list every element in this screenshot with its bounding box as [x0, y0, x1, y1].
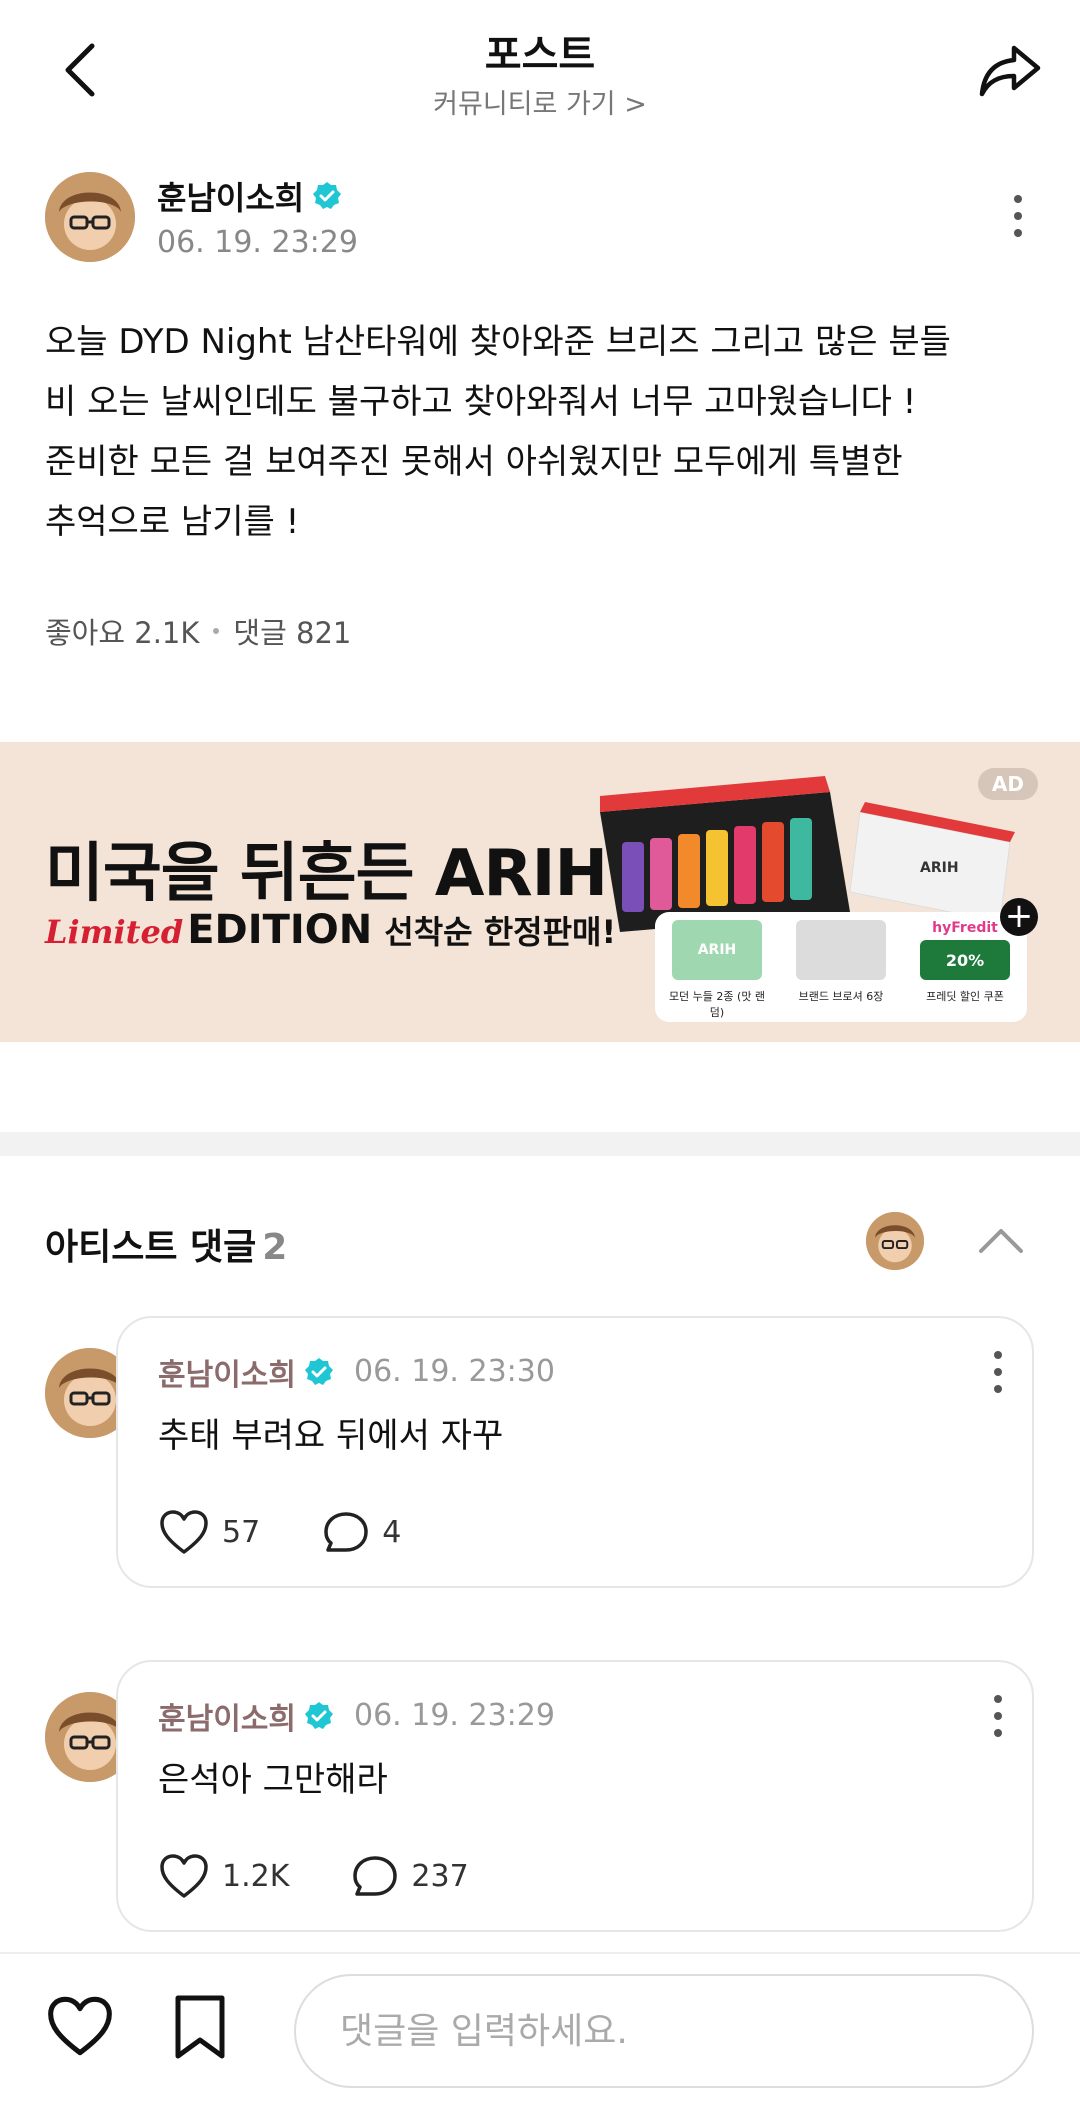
- section-divider: [0, 1132, 1080, 1156]
- header: 포스트 커뮤니티로 가기 >: [0, 0, 1080, 140]
- separator-dot: [213, 628, 220, 634]
- author-name-text: 훈남이소희: [157, 179, 305, 217]
- artist-comment-card: 훈남이소희 06. 19. 23:29 은석아 그만해라 1.2K 237: [116, 1660, 1034, 1932]
- verified-icon: [313, 182, 342, 209]
- author-name[interactable]: 훈남이소희: [157, 173, 342, 219]
- post-like-button[interactable]: [45, 1994, 115, 2064]
- comment-date: 06. 19. 23:30: [354, 1354, 555, 1389]
- artist-comments-title-text: 아티스트 댓글: [45, 1227, 257, 1268]
- comment-author-text: 훈남이소희: [158, 1358, 296, 1393]
- ad-gift-cards: ARIH 모던 누들 2종 (맛 랜덤) 브랜드 브로셔 6장 hyFredit…: [655, 912, 1027, 1022]
- bookmark-button[interactable]: [170, 1994, 236, 2064]
- ad-product-image: ARIH: [600, 776, 1015, 932]
- ad-card-brochure: 브랜드 브로셔 6장: [791, 920, 891, 1004]
- comment-reply-button[interactable]: 4: [322, 1508, 401, 1556]
- comments-label: 댓글: [233, 616, 287, 650]
- ad-card-thumb: [796, 920, 886, 980]
- more-icon: [1014, 195, 1022, 203]
- artist-comment-card: 훈남이소희 06. 19. 23:30 추태 부려요 뒤에서 자꾸 57 4: [116, 1316, 1034, 1588]
- bookmark-icon: [175, 1995, 225, 2059]
- go-to-community-link[interactable]: 커뮤니티로 가기 >: [0, 82, 1080, 121]
- comment-input[interactable]: [294, 1974, 1034, 2088]
- heart-icon: [160, 1854, 208, 1898]
- comment-text: 추태 부려요 뒤에서 자꾸: [158, 1416, 504, 1456]
- verified-icon: [305, 1358, 333, 1385]
- comment-author[interactable]: 훈남이소희: [158, 1694, 334, 1738]
- bottom-bar: [0, 1952, 1080, 2109]
- ad-card-label: 프레딧 할인 쿠폰: [926, 990, 1004, 1003]
- comment-actions: 57 4: [158, 1508, 463, 1556]
- ad-card-thumb: ARIH: [672, 920, 762, 980]
- plus-icon[interactable]: +: [1000, 898, 1038, 936]
- author-avatar[interactable]: [45, 172, 135, 262]
- comment-like-button[interactable]: 1.2K: [158, 1852, 289, 1900]
- ad-card-thumb: 20%: [920, 940, 1010, 980]
- post-date: 06. 19. 23:29: [157, 225, 358, 260]
- comment-more-button[interactable]: [978, 1686, 1018, 1746]
- likes-count: 2.1K: [134, 616, 200, 650]
- comment-like-count: 57: [222, 1514, 261, 1550]
- comment-actions: 1.2K 237: [158, 1852, 531, 1900]
- ad-tagline: Limited EDITION 선착순 한정판매!: [45, 907, 616, 953]
- ad-card-label: 모던 누들 2종 (맛 랜덤): [668, 990, 766, 1019]
- svg-text:ARIH: ARIH: [920, 860, 959, 876]
- comment-reply-count: 237: [411, 1858, 469, 1894]
- comment-author[interactable]: 훈남이소희: [158, 1350, 334, 1394]
- heart-icon: [48, 1996, 112, 2056]
- ad-card-coupon: hyFredit 20% 프레딧 할인 쿠폰: [915, 920, 1015, 1004]
- verified-icon: [305, 1702, 333, 1729]
- more-icon: [994, 1695, 1002, 1703]
- comment-like-button[interactable]: 57: [158, 1508, 260, 1556]
- artist-comments-count: 2: [262, 1227, 288, 1268]
- comment-reply-count: 4: [382, 1514, 402, 1550]
- ad-card-noodle: ARIH 모던 누들 2종 (맛 랜덤): [667, 920, 767, 1020]
- comment-text: 은석아 그만해라: [158, 1760, 388, 1800]
- comments-stat[interactable]: 댓글 821: [233, 610, 351, 652]
- chevron-up-icon: [979, 1229, 1023, 1253]
- likes-label: 좋아요: [45, 616, 126, 650]
- likes-stat[interactable]: 좋아요 2.1K: [45, 610, 199, 652]
- heart-icon: [160, 1510, 208, 1554]
- comment-icon: [324, 1512, 368, 1552]
- share-icon: [979, 45, 1041, 97]
- ad-edition-text: EDITION: [187, 907, 373, 953]
- comment-reply-button[interactable]: 237: [351, 1852, 469, 1900]
- share-button[interactable]: [970, 30, 1050, 110]
- comment-author-text: 훈남이소희: [158, 1702, 296, 1737]
- artist-avatar[interactable]: [866, 1212, 924, 1270]
- collapse-button[interactable]: [975, 1215, 1027, 1267]
- post-more-button[interactable]: [998, 186, 1038, 246]
- comment-icon: [353, 1856, 398, 1896]
- post-body: 오늘 DYD Night 남산타워에 찾아와준 브리즈 그리고 많은 분들 비 …: [45, 322, 951, 542]
- post-stats: 좋아요 2.1K 댓글 821: [45, 610, 351, 652]
- comment-date: 06. 19. 23:29: [354, 1698, 555, 1733]
- ad-headline: 미국을 뒤흔든 ARIH: [45, 837, 608, 911]
- ad-limited-text: Limited: [45, 913, 184, 951]
- artist-comments-title: 아티스트 댓글 2: [45, 1218, 287, 1270]
- more-icon: [994, 1351, 1002, 1359]
- comment-more-button[interactable]: [978, 1342, 1018, 1402]
- comments-count: 821: [296, 616, 352, 650]
- ad-card-label: 브랜드 브로셔 6장: [798, 990, 884, 1003]
- page-title: 포스트: [484, 32, 596, 78]
- ad-tagline-text: 선착순 한정판매!: [384, 913, 617, 951]
- ad-banner[interactable]: AD 미국을 뒤흔든 ARIH Limited EDITION 선착순 한정판매…: [0, 742, 1080, 1042]
- comment-like-count: 1.2K: [222, 1858, 290, 1894]
